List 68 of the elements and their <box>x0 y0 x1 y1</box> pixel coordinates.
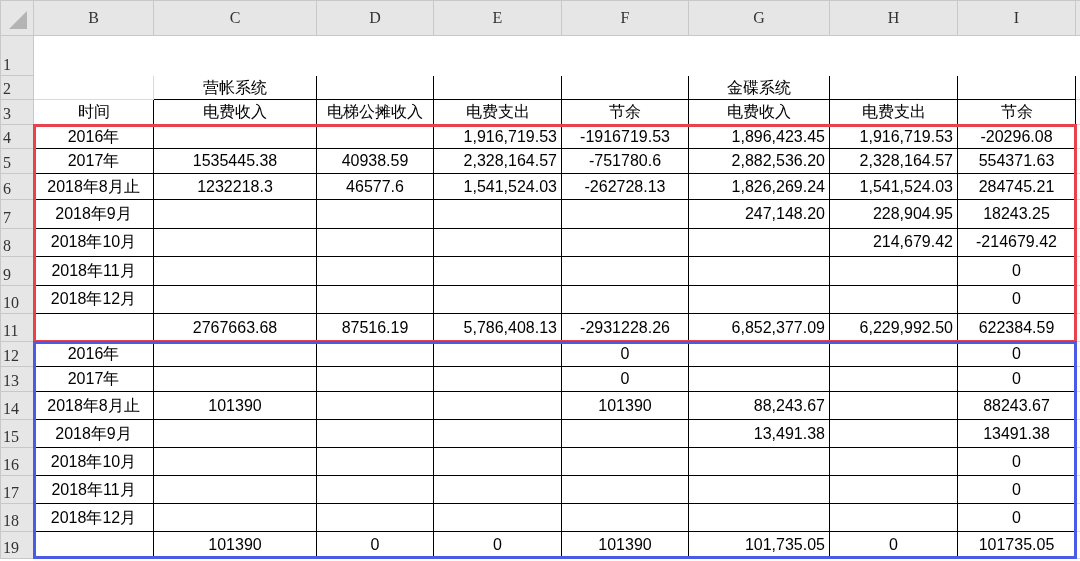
row-number[interactable]: 12 <box>0 341 34 367</box>
table-cell: 2018年11月 <box>33 256 154 285</box>
row-number[interactable]: 1 <box>0 35 34 76</box>
column-title: 营帐系统 <box>153 75 317 100</box>
table-cell: 1,541,524.03 <box>829 173 958 200</box>
table-cell: 2017年 <box>33 366 154 392</box>
row-number[interactable]: 14 <box>0 391 34 420</box>
table-cell: 101390 <box>561 391 689 420</box>
table-cell: 88,243.67 <box>688 391 830 420</box>
row-number[interactable]: 6 <box>0 173 34 200</box>
row-number[interactable]: 4 <box>0 124 34 149</box>
table-cell: 2018年8月止 <box>33 391 154 420</box>
row-number[interactable]: 11 <box>0 313 34 342</box>
table-cell: -262728.13 <box>561 173 689 200</box>
column-header[interactable]: E <box>433 0 562 36</box>
select-all-icon[interactable] <box>9 11 27 29</box>
table-cell: 2018年9月 <box>33 419 154 448</box>
table-cell: 214,679.42 <box>829 228 958 257</box>
table-cell: 2018年11月 <box>33 475 154 504</box>
table-cell: 2,328,164.57 <box>433 148 562 174</box>
row-number[interactable]: 2 <box>0 75 34 100</box>
column-header[interactable]: F <box>561 0 689 36</box>
table-cell: 0 <box>561 341 689 367</box>
column-header[interactable]: C <box>153 0 317 36</box>
table-cell: 2018年10月 <box>33 447 154 476</box>
row-number[interactable]: 8 <box>0 228 34 257</box>
column-header[interactable]: B <box>33 0 154 36</box>
table-cell: -751780.6 <box>561 148 689 174</box>
table-cell: 228,904.95 <box>829 199 958 228</box>
column-header[interactable]: I <box>957 0 1076 36</box>
column-header[interactable]: D <box>316 0 434 36</box>
table-cell: 2018年8月止 <box>33 173 154 200</box>
row-number[interactable]: 7 <box>0 199 34 228</box>
row-number[interactable]: 15 <box>0 419 34 448</box>
table-cell: 2,882,536.20 <box>688 148 830 174</box>
table-cell: -1916719.53 <box>561 124 689 149</box>
table-cell: 2016年 <box>33 341 154 367</box>
table-cell: 2,328,164.57 <box>829 148 958 174</box>
row-number[interactable]: 16 <box>0 447 34 476</box>
table-cell: 46577.6 <box>316 173 434 200</box>
column-header[interactable]: G <box>688 0 830 36</box>
row-number[interactable]: 17 <box>0 475 34 504</box>
table-cell: 1,916,719.53 <box>433 124 562 149</box>
row-number[interactable]: 5 <box>0 148 34 174</box>
table-cell: 2018年10月 <box>33 228 154 257</box>
table-cell: 2017年 <box>33 148 154 174</box>
table-cell: 1,541,524.03 <box>433 173 562 200</box>
table-cell: 2018年12月 <box>33 503 154 532</box>
column-title: 金碟系统 <box>688 75 830 100</box>
table-cell: 1,826,269.24 <box>688 173 830 200</box>
table-cell: 247,148.20 <box>688 199 830 228</box>
row-number[interactable]: 18 <box>0 503 34 532</box>
row-number[interactable]: 10 <box>0 285 34 314</box>
table-cell: 101390 <box>153 391 317 420</box>
table-cell: 2018年9月 <box>33 199 154 228</box>
table-cell: 1535445.38 <box>153 148 317 174</box>
table-cell: 1232218.3 <box>153 173 317 200</box>
row-number[interactable]: 19 <box>0 531 34 559</box>
table-cell: 1,896,423.45 <box>688 124 830 149</box>
row-number[interactable]: 3 <box>0 99 34 125</box>
table-cell: 2018年12月 <box>33 285 154 314</box>
row-number[interactable]: 9 <box>0 256 34 285</box>
column-header[interactable]: H <box>829 0 958 36</box>
table-cell: 1,916,719.53 <box>829 124 958 149</box>
table-cell: 40938.59 <box>316 148 434 174</box>
table-cell: 13,491.38 <box>688 419 830 448</box>
row-number[interactable]: 13 <box>0 366 34 392</box>
table-cell: 0 <box>561 366 689 392</box>
